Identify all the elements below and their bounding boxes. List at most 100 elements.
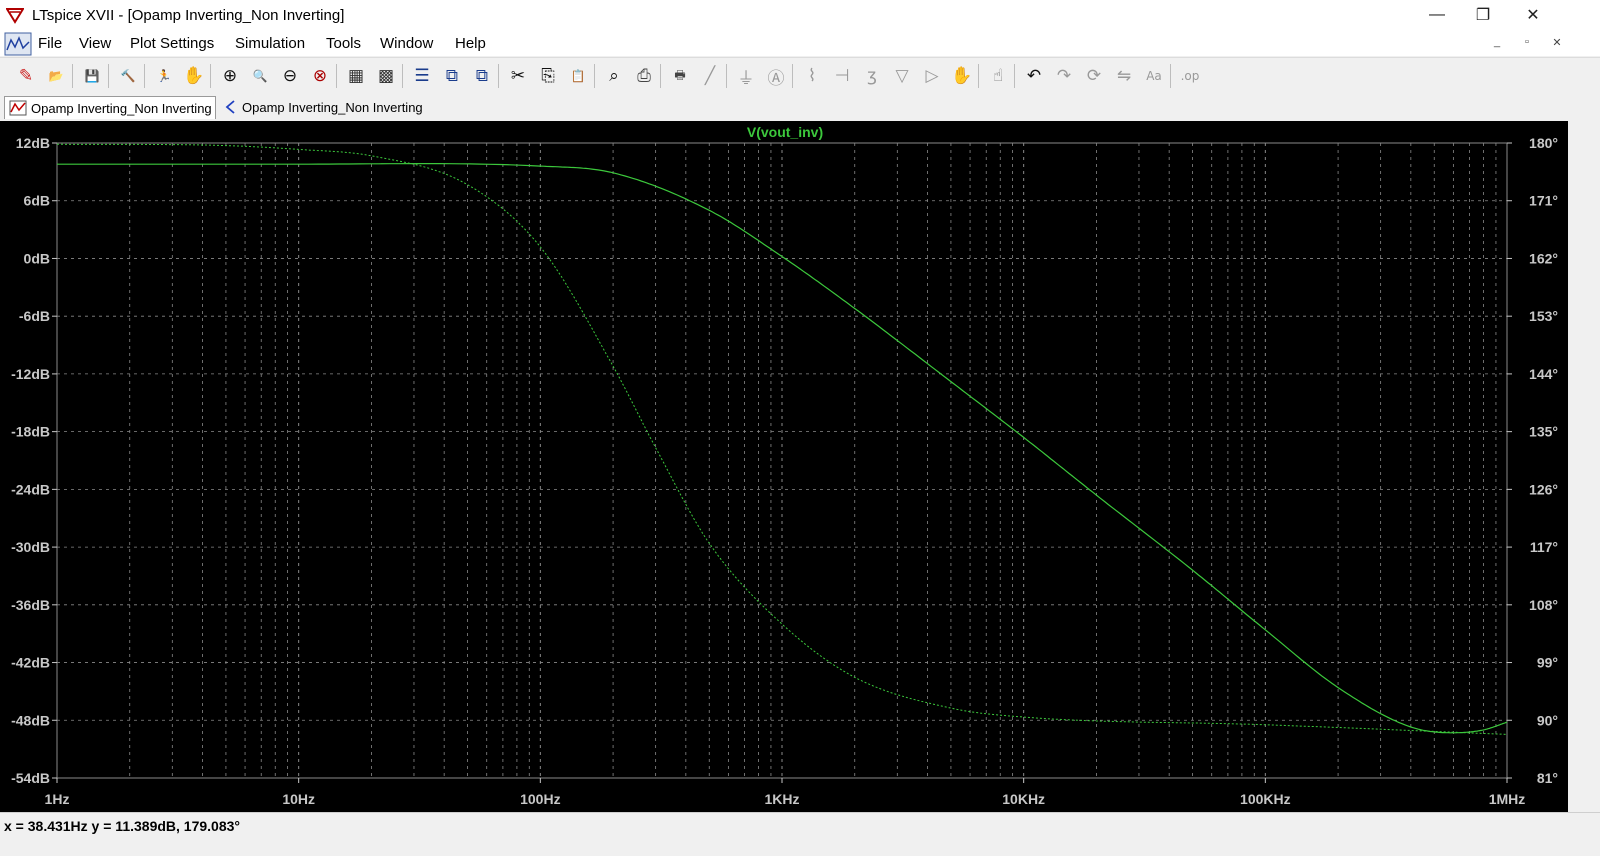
drag-icon[interactable]: ☝: [986, 64, 1010, 88]
y-right-tick-label: 144°: [1529, 366, 1558, 382]
cut-icon[interactable]: ✂: [506, 64, 530, 88]
restore-button[interactable]: ❐: [1460, 0, 1506, 30]
autorange-icon[interactable]: ▦: [344, 64, 368, 88]
menu-view[interactable]: View: [79, 35, 111, 52]
toolbar-separator: [594, 64, 595, 88]
y-right-tick-label: 180°: [1529, 135, 1558, 151]
rotate-icon[interactable]: ⟳: [1082, 64, 1106, 88]
toolbar: ✎ 📂 💾 🔨 🏃 ✋ ⊕ 🔍 ⊖ ⊗ ▦ ▩ ☰ ⧉ ⧉ ✂ ⎘ 📋 ⌕ ⎙ 🖶 ╱ ⏚ Ⓐ ⌇ ⊣ ʒ ▽ ▷ ✋ ☝ ↶ ↷ ⟳ ⇋ Aa .op: [0, 57, 1600, 95]
y-left-tick-label: -36dB: [11, 597, 50, 613]
y-right-tick-label: 126°: [1529, 481, 1558, 497]
capacitor-icon[interactable]: ⊣: [830, 64, 854, 88]
window-title: LTspice XVII - [Opamp Inverting_Non Inve…: [32, 7, 345, 24]
print-preview-icon[interactable]: ⎙: [632, 64, 656, 88]
zoom-fit-icon[interactable]: ⊗: [308, 64, 332, 88]
toolbar-separator: [792, 64, 793, 88]
print-icon[interactable]: 🖶: [668, 64, 692, 88]
toolbar-separator: [498, 64, 499, 88]
menu-file[interactable]: File: [38, 35, 62, 52]
tile-vertical-icon[interactable]: ⧉: [440, 64, 464, 88]
status-bar: x = 38.431Hz y = 11.389dB, 179.083°: [0, 812, 1600, 856]
waveform-plot[interactable]: 12dB 6dB 0dB -6dB -12dB -18dB -24dB -30dB -36dB -…: [0, 121, 1568, 812]
y-right-tick-label: 99°: [1537, 655, 1558, 671]
inductor-icon[interactable]: ʒ: [860, 64, 884, 88]
label-icon[interactable]: Ⓐ: [764, 64, 788, 89]
toolbar-separator: [72, 64, 73, 88]
tab-label: Opamp Inverting_Non Inverting: [242, 99, 423, 115]
tab-waveform[interactable]: Opamp Inverting_Non Inverting: [4, 96, 216, 119]
x-tick-label: 10KHz: [1002, 791, 1045, 807]
spice-directive-icon[interactable]: .op: [1178, 64, 1202, 88]
x-tick-label: 100Hz: [520, 791, 560, 807]
text-icon[interactable]: Aa: [1142, 64, 1166, 88]
control-panel-icon[interactable]: 🔨: [116, 64, 140, 88]
grid-icon[interactable]: ▩: [374, 64, 398, 88]
y-right-tick-label: 108°: [1529, 597, 1558, 613]
waveform-window-icon[interactable]: [4, 32, 32, 56]
x-tick-label: 1KHz: [764, 791, 799, 807]
right-margin-area: [1568, 121, 1600, 812]
minimize-button[interactable]: —: [1414, 0, 1460, 30]
tile-horizontal-icon[interactable]: ☰: [410, 64, 434, 88]
menu-tools[interactable]: Tools: [326, 35, 361, 52]
title-bar: LTspice XVII - [Opamp Inverting_Non Inve…: [0, 0, 1600, 32]
mdi-close-button[interactable]: ✕: [1546, 36, 1568, 54]
run-icon[interactable]: 🏃: [152, 64, 176, 88]
y-right-tick-label: 90°: [1537, 712, 1558, 728]
tab-schematic[interactable]: Opamp Inverting_Non Inverting: [220, 96, 430, 118]
y-right-tick-label: 81°: [1537, 770, 1558, 786]
toolbar-separator: [1170, 64, 1171, 88]
move-icon[interactable]: ✋: [950, 64, 974, 88]
toolbar-separator: [210, 64, 211, 88]
redo-icon[interactable]: ↷: [1052, 64, 1076, 88]
document-tab-bar: Opamp Inverting_Non Inverting Opamp Inve…: [0, 94, 1600, 120]
mdi-restore-button[interactable]: ▫: [1516, 36, 1538, 54]
x-tick-label: 100KHz: [1240, 791, 1291, 807]
toolbar-separator: [1014, 64, 1015, 88]
y-left-tick-label: -12dB: [11, 366, 50, 382]
halt-icon[interactable]: ✋: [182, 64, 206, 88]
component-icon[interactable]: ▷: [920, 64, 944, 88]
zoom-area-icon[interactable]: ⊕: [218, 64, 242, 88]
trace-label[interactable]: V(vout_inv): [747, 124, 823, 140]
new-schematic-icon[interactable]: ✎: [14, 64, 38, 88]
cursor-readout: x = 38.431Hz y = 11.389dB, 179.083°: [4, 818, 240, 834]
y-right-tick-label: 171°: [1529, 193, 1558, 209]
menu-simulation[interactable]: Simulation: [235, 35, 305, 52]
toolbar-separator: [660, 64, 661, 88]
ground-icon[interactable]: ⏚: [734, 64, 758, 89]
ltspice-logo-icon: [6, 8, 24, 24]
mdi-minimize-button[interactable]: _: [1486, 36, 1508, 54]
y-left-tick-label: -48dB: [11, 712, 50, 728]
pan-icon[interactable]: 🔍: [248, 64, 272, 88]
waveform-icon: [9, 100, 27, 116]
resistor-icon[interactable]: ⌇: [800, 64, 824, 88]
y-left-tick-label: -54dB: [11, 770, 50, 786]
cascade-icon[interactable]: ⧉: [470, 64, 494, 88]
toolbar-separator: [726, 64, 727, 88]
y-left-tick-label: -6dB: [19, 308, 50, 324]
y-right-tick-label: 162°: [1529, 250, 1558, 266]
toolbar-separator: [402, 64, 403, 88]
open-icon[interactable]: 📂: [44, 64, 68, 88]
mirror-icon[interactable]: ⇋: [1112, 64, 1136, 88]
y-right-tick-label: 153°: [1529, 308, 1558, 324]
bode-plot-chart[interactable]: 12dB 6dB 0dB -6dB -12dB -18dB -24dB -30dB -36dB -…: [0, 121, 1568, 812]
diode-icon[interactable]: ▽: [890, 64, 914, 88]
zoom-out-icon[interactable]: ⊖: [278, 64, 302, 88]
menu-help[interactable]: Help: [455, 35, 486, 52]
paste-icon[interactable]: 📋: [566, 64, 590, 88]
menu-plot-settings[interactable]: Plot Settings: [130, 35, 214, 52]
y-left-tick-label: 12dB: [16, 135, 50, 151]
toolbar-separator: [144, 64, 145, 88]
wire-icon[interactable]: ╱: [698, 64, 722, 88]
close-button[interactable]: ✕: [1510, 0, 1556, 30]
find-icon[interactable]: ⌕: [602, 64, 626, 88]
x-tick-label: 10Hz: [282, 791, 315, 807]
y-left-tick-label: 0dB: [24, 250, 50, 266]
copy-icon[interactable]: ⎘: [536, 64, 560, 88]
tab-label: Opamp Inverting_Non Inverting: [31, 100, 212, 116]
menu-window[interactable]: Window: [380, 35, 433, 52]
save-icon[interactable]: 💾: [80, 64, 104, 88]
undo-icon[interactable]: ↶: [1022, 64, 1046, 88]
